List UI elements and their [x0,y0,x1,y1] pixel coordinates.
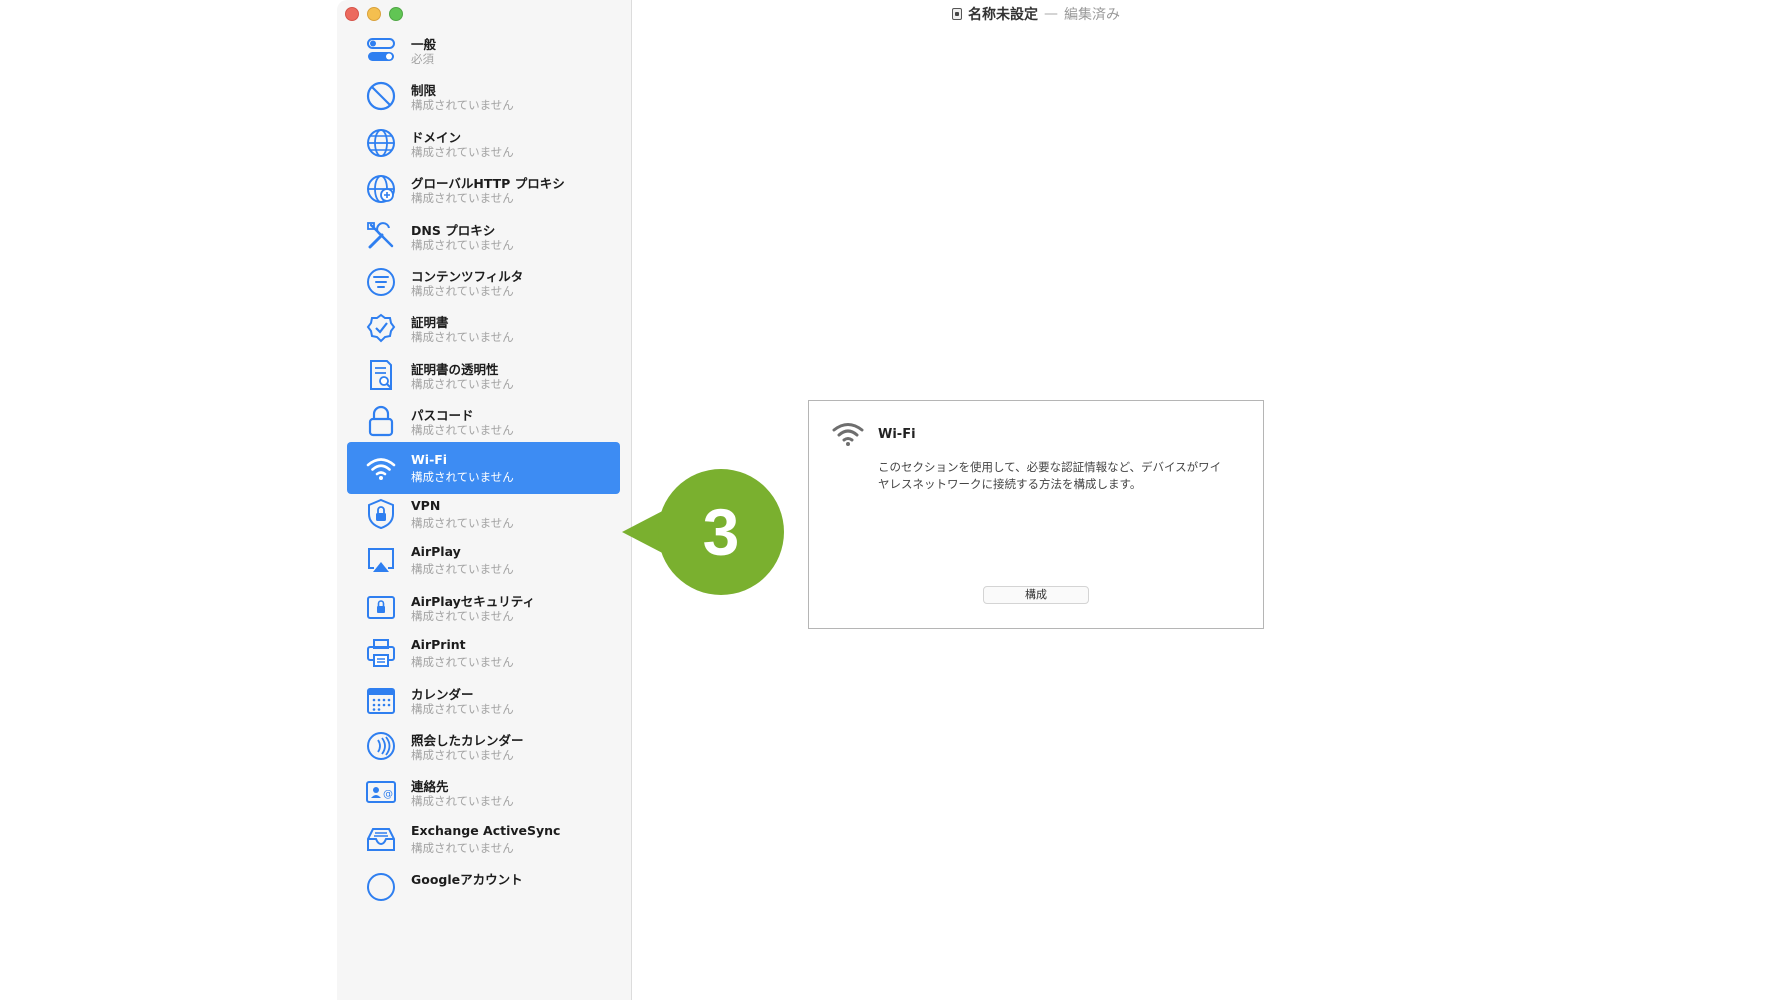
sidebar-item-status: 構成されていません [411,469,514,484]
inbox-tray-icon [365,823,397,855]
panel-description: このセクションを使用して、必要な認証情報など、デバイスがワイ ヤレスネットワーク… [878,460,1222,491]
sidebar: 一般 必須 制限 構成されていません ドメイン 構成されていません グローバルHTTP プロ… [337,0,632,1000]
sidebar-item[interactable]: @ 連絡先 構成されていません [347,766,620,818]
edit-status: 編集済み [1064,7,1120,23]
airplay-icon [365,544,397,576]
sidebar-item-label: Exchange ActiveSync [411,822,561,838]
sidebar-item-label: VPN [411,498,441,513]
sidebar-item[interactable]: コンテンツフィルタ 構成されていません [347,256,620,308]
certificate-badge-icon [365,312,397,344]
airplay-lock-icon [365,591,397,623]
sidebar-item-status: 構成されていません [411,144,514,159]
panel-title: Wi-Fi [878,427,916,442]
title-bar: 名称未設定 — 編集済み [337,0,1443,28]
sidebar-item-status: 構成されていません [411,562,514,577]
configure-button[interactable]: 構成 [983,586,1089,604]
document-icon [952,8,962,20]
subscribed-calendar-icon [365,730,397,762]
window-title: 名称未設定 — 編集済み [952,5,1120,23]
shield-lock-icon [365,498,397,530]
sidebar-item-status: 構成されていません [411,98,514,113]
sidebar-item[interactable]: VPN 構成されていません [347,488,620,540]
sidebar-item-status: 構成されていません [411,376,514,391]
sidebar-item-label: AirPrint [411,637,466,653]
sidebar-item-status: 構成されていません [411,655,514,670]
sidebar-item[interactable]: 制限 構成されていません [347,70,620,122]
document-search-icon [365,359,397,391]
globe-icon [365,127,397,159]
sidebar-item[interactable]: パスコード 構成されていません [347,395,620,447]
svg-text:@: @ [383,789,393,800]
contact-card-icon: @ [365,776,397,808]
sidebar-item-status: 構成されていません [411,330,514,345]
zoom-button[interactable] [389,7,403,21]
sidebar-item[interactable]: Exchange ActiveSync 構成されていません [347,813,620,865]
sidebar-item[interactable]: AirPrint 構成されていません [347,627,620,679]
wifi-config-panel: Wi-Fi このセクションを使用して、必要な認証情報など、デバイスがワイ ヤレス… [808,400,1264,629]
sidebar-item[interactable]: 証明書の透明性 構成されていません [347,349,620,401]
sidebar-item[interactable]: 一般 必須 [347,24,620,76]
step-number: 3 [658,469,784,595]
sidebar-item[interactable]: AirPlay 構成されていません [347,534,620,586]
sidebar-item[interactable]: グローバルHTTP プロキシ 構成されていません [347,163,620,215]
sidebar-item-status: 構成されていません [411,284,514,298]
sidebar-item-status: 構成されていません [411,608,514,623]
calendar-icon [365,684,397,716]
sidebar-item[interactable]: ドメイン 構成されていません [347,117,620,169]
sidebar-item-status: 構成されていません [411,237,514,252]
sidebar-item-label: Googleアカウント [411,872,523,888]
sidebar-item-status: 必須 [411,52,434,66]
tools-icon [365,220,397,252]
sidebar-item-status: 構成されていません [411,794,514,809]
filter-icon [365,266,397,298]
sidebar-item[interactable]: AirPlayセキュリティ 構成されていません [347,581,620,633]
sidebar-item-status: 構成されていません [411,516,514,530]
prohibited-icon [365,80,397,112]
sidebar-item-status: 構成されていません [411,191,514,206]
wifi-icon [365,452,397,484]
minimize-button[interactable] [367,7,381,21]
sidebar-item-status: 構成されていません [411,423,514,438]
sidebar-item[interactable]: 証明書 構成されていません [347,302,620,354]
sidebar-item-status: 構成されていません [411,748,514,762]
sidebar-item[interactable]: 照会したカレンダー 構成されていません [347,720,620,772]
printer-icon [365,637,397,669]
title-separator: — [1044,6,1058,22]
sidebar-item[interactable]: Googleアカウント [347,859,620,911]
close-button[interactable] [345,7,359,21]
sidebar-item[interactable]: DNS プロキシ 構成されていません [347,210,620,262]
toggle-icon [365,34,397,66]
sidebar-item-label: Wi-Fi [411,451,448,467]
document-name: 名称未設定 [968,7,1038,23]
globe-network-icon [365,173,397,205]
sidebar-item-status: 構成されていません [411,840,514,855]
sidebar-item-status: 構成されていません [411,701,514,716]
sidebar-item-label: AirPlay [411,544,461,560]
wifi-icon [832,423,864,446]
google-account-icon [365,869,397,902]
step-callout: 3 [622,467,786,597]
sidebar-item[interactable]: カレンダー 構成されていません [347,674,620,726]
lock-icon [365,405,397,437]
sidebar-item[interactable]: Wi-Fi 構成されていません [347,441,620,494]
